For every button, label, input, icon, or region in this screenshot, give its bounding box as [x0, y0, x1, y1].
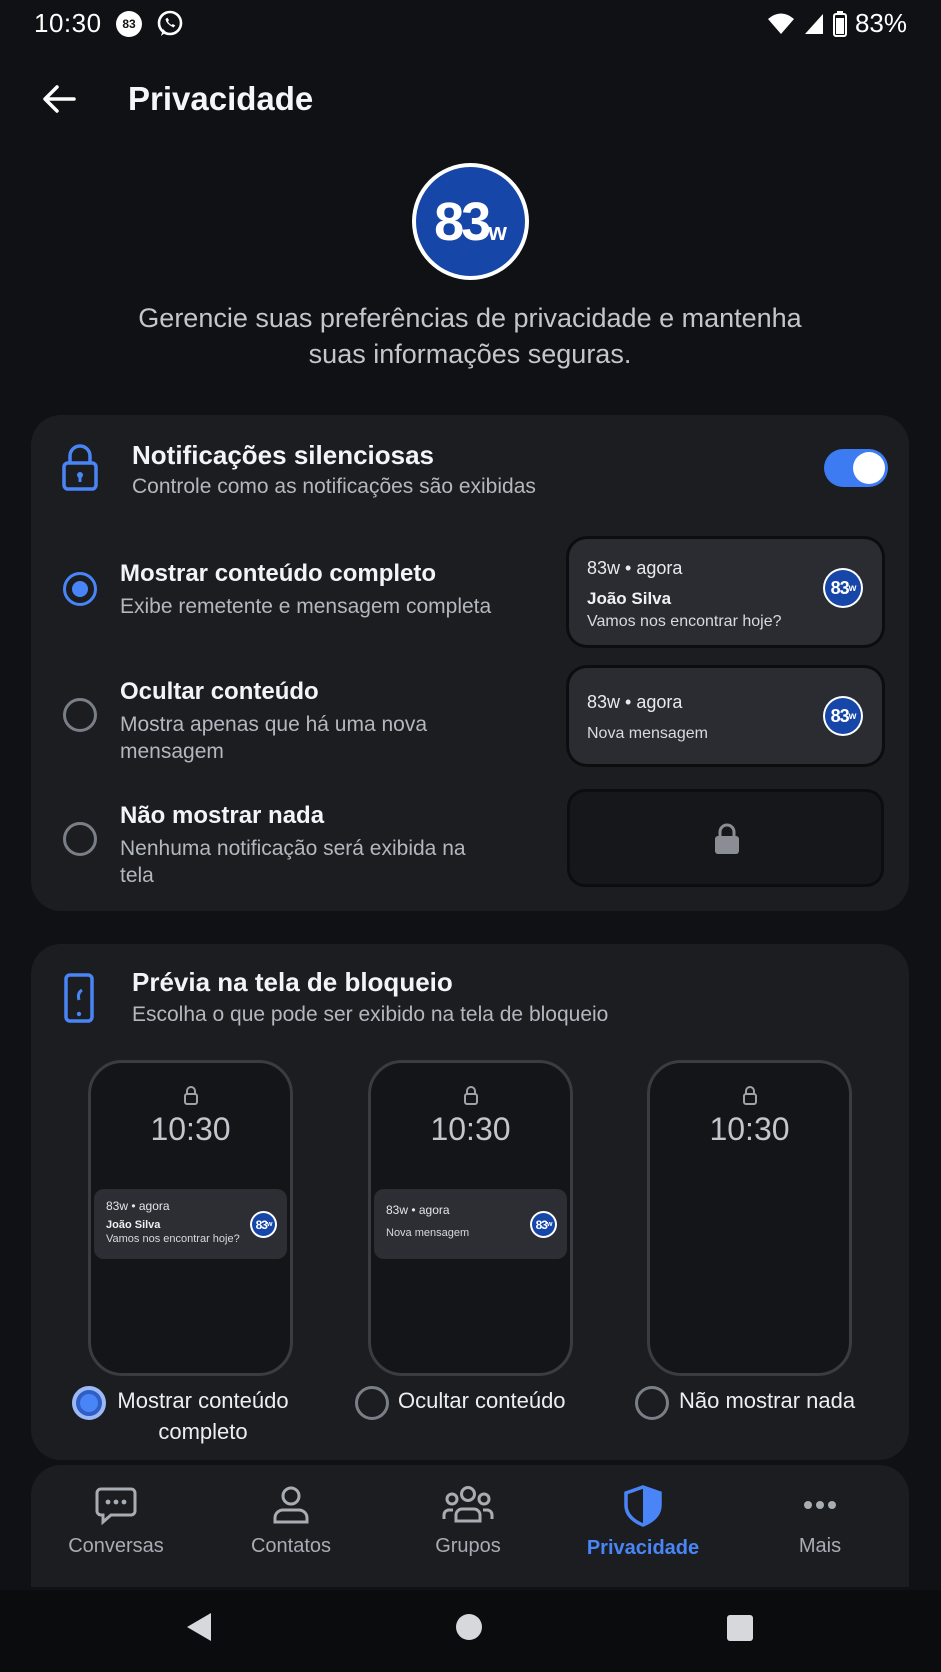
notification-preview-hidden: 83w • agora Nova mensagem 83 w: [569, 668, 882, 764]
brand-logo-icon: 83 w: [823, 696, 863, 736]
nav-item-mais[interactable]: Mais: [740, 1485, 900, 1558]
chat-icon: [95, 1487, 137, 1525]
phone-icon: [64, 973, 94, 1023]
notification-preview-full: 83w • agora João Silva Vamos nos encontr…: [569, 539, 882, 645]
lockscreen-preview-hidden[interactable]: 10:30 83w • agora Nova mensagem 83 w: [368, 1060, 573, 1376]
brand-logo-icon: 83 w: [250, 1211, 277, 1238]
lockscreen-option-hidden-label: Ocultar conteúdo: [398, 1388, 566, 1413]
radio-lockscreen-hidden[interactable]: [355, 1386, 389, 1420]
notification-message: Vamos nos encontrar hoje?: [587, 613, 782, 630]
lock-icon: [62, 444, 98, 491]
system-back-icon[interactable]: [184, 1611, 214, 1643]
lockscreen-title: Prévia na tela de bloqueio: [132, 967, 453, 997]
nav-label: Contatos: [250, 1535, 332, 1557]
notification-badge-icon: 83: [116, 11, 142, 37]
radio-hide-content[interactable]: [63, 698, 97, 732]
option-hide-subtitle: Mostra apenas que há uma nova mensagem: [120, 713, 428, 763]
notification-app-label: 83w • agora: [587, 692, 683, 712]
brand-logo-icon: 83 w: [530, 1211, 557, 1238]
lockscreen-clock: 10:30: [150, 1111, 231, 1147]
lockscreen-option-full-label: Mostrar conteúdo completo: [117, 1388, 289, 1444]
option-nothing-title: Não mostrar nada: [120, 802, 325, 829]
nav-item-contatos[interactable]: Contatos: [211, 1485, 371, 1558]
lock-icon: [742, 1086, 757, 1105]
option-hide-title: Ocultar conteúdo: [120, 678, 319, 705]
radio-lockscreen-full[interactable]: [72, 1386, 106, 1420]
more-icon: [804, 1501, 836, 1509]
nav-item-conversas[interactable]: Conversas: [36, 1485, 196, 1558]
status-time: 10:30: [34, 8, 102, 38]
silent-notifications-title: Notificações silenciosas: [132, 440, 435, 470]
status-right: 83%: [767, 8, 907, 39]
app-logo: 83 w: [412, 163, 529, 280]
shield-icon: [624, 1485, 662, 1527]
option-full-subtitle: Exibe remetente e mensagem completa: [120, 595, 492, 618]
system-nav-bar: [0, 1590, 941, 1672]
silent-notifications-subtitle: Controle como as notificações são exibid…: [132, 475, 536, 498]
lock-icon: [715, 823, 739, 854]
radio-show-nothing[interactable]: [63, 822, 97, 856]
group-icon: [442, 1486, 494, 1523]
lockscreen-clock: 10:30: [709, 1111, 790, 1147]
person-icon: [273, 1486, 309, 1524]
bottom-nav: Conversas Contatos Grupos Privacidade Ma…: [31, 1465, 909, 1587]
intro-text: Gerencie suas preferências de privacidad…: [138, 303, 802, 369]
back-button[interactable]: [34, 74, 84, 124]
signal-icon: [804, 13, 823, 34]
lockscreen-option-nothing-label: Não mostrar nada: [679, 1388, 856, 1413]
lockscreen-preview-nothing[interactable]: 10:30: [647, 1060, 852, 1376]
notification-sender: João Silva: [587, 589, 672, 608]
status-bar: 10:30 83 83%: [0, 0, 941, 48]
wifi-icon: [767, 13, 794, 34]
lock-icon: [183, 1086, 198, 1105]
option-full-title: Mostrar conteúdo completo: [120, 560, 437, 587]
notification-message: Nova mensagem: [587, 725, 708, 742]
lockscreen-clock: 10:30: [430, 1111, 511, 1147]
nav-label: Privacidade: [586, 1537, 700, 1559]
silent-notifications-toggle[interactable]: [824, 449, 888, 487]
notification-app-label: 83w • agora: [587, 558, 683, 578]
radio-lockscreen-nothing[interactable]: [635, 1386, 669, 1420]
arrow-left-icon: [43, 85, 76, 113]
lockscreen-subtitle: Escolha o que pode ser exibido na tela d…: [132, 1003, 609, 1026]
option-nothing-subtitle: Nenhuma notificação será exibida na tela: [120, 837, 466, 887]
lockscreen-notification: 83w • agora João Silva Vamos nos encontr…: [94, 1189, 287, 1259]
nav-item-privacidade[interactable]: Privacidade: [563, 1485, 723, 1560]
notification-preview-empty: [567, 789, 884, 887]
system-recents-icon[interactable]: [726, 1614, 754, 1642]
nav-label: Conversas: [68, 1535, 164, 1557]
nav-label: Grupos: [435, 1535, 501, 1557]
system-home-icon[interactable]: [455, 1613, 483, 1641]
page-title: Privacidade: [128, 80, 314, 117]
brand-logo-icon: 83 w: [823, 568, 863, 608]
battery-icon: [832, 10, 847, 37]
lock-icon: [463, 1086, 478, 1105]
nav-label: Mais: [798, 1535, 842, 1557]
lockscreen-notification: 83w • agora Nova mensagem 83 w: [374, 1189, 567, 1259]
battery-percent: 83%: [854, 8, 907, 38]
radio-full-content[interactable]: [63, 572, 97, 606]
nav-item-grupos[interactable]: Grupos: [388, 1485, 548, 1558]
whatsapp-icon: [157, 10, 183, 36]
lockscreen-preview-full[interactable]: 10:30 83w • agora João Silva Vamos nos e…: [88, 1060, 293, 1376]
